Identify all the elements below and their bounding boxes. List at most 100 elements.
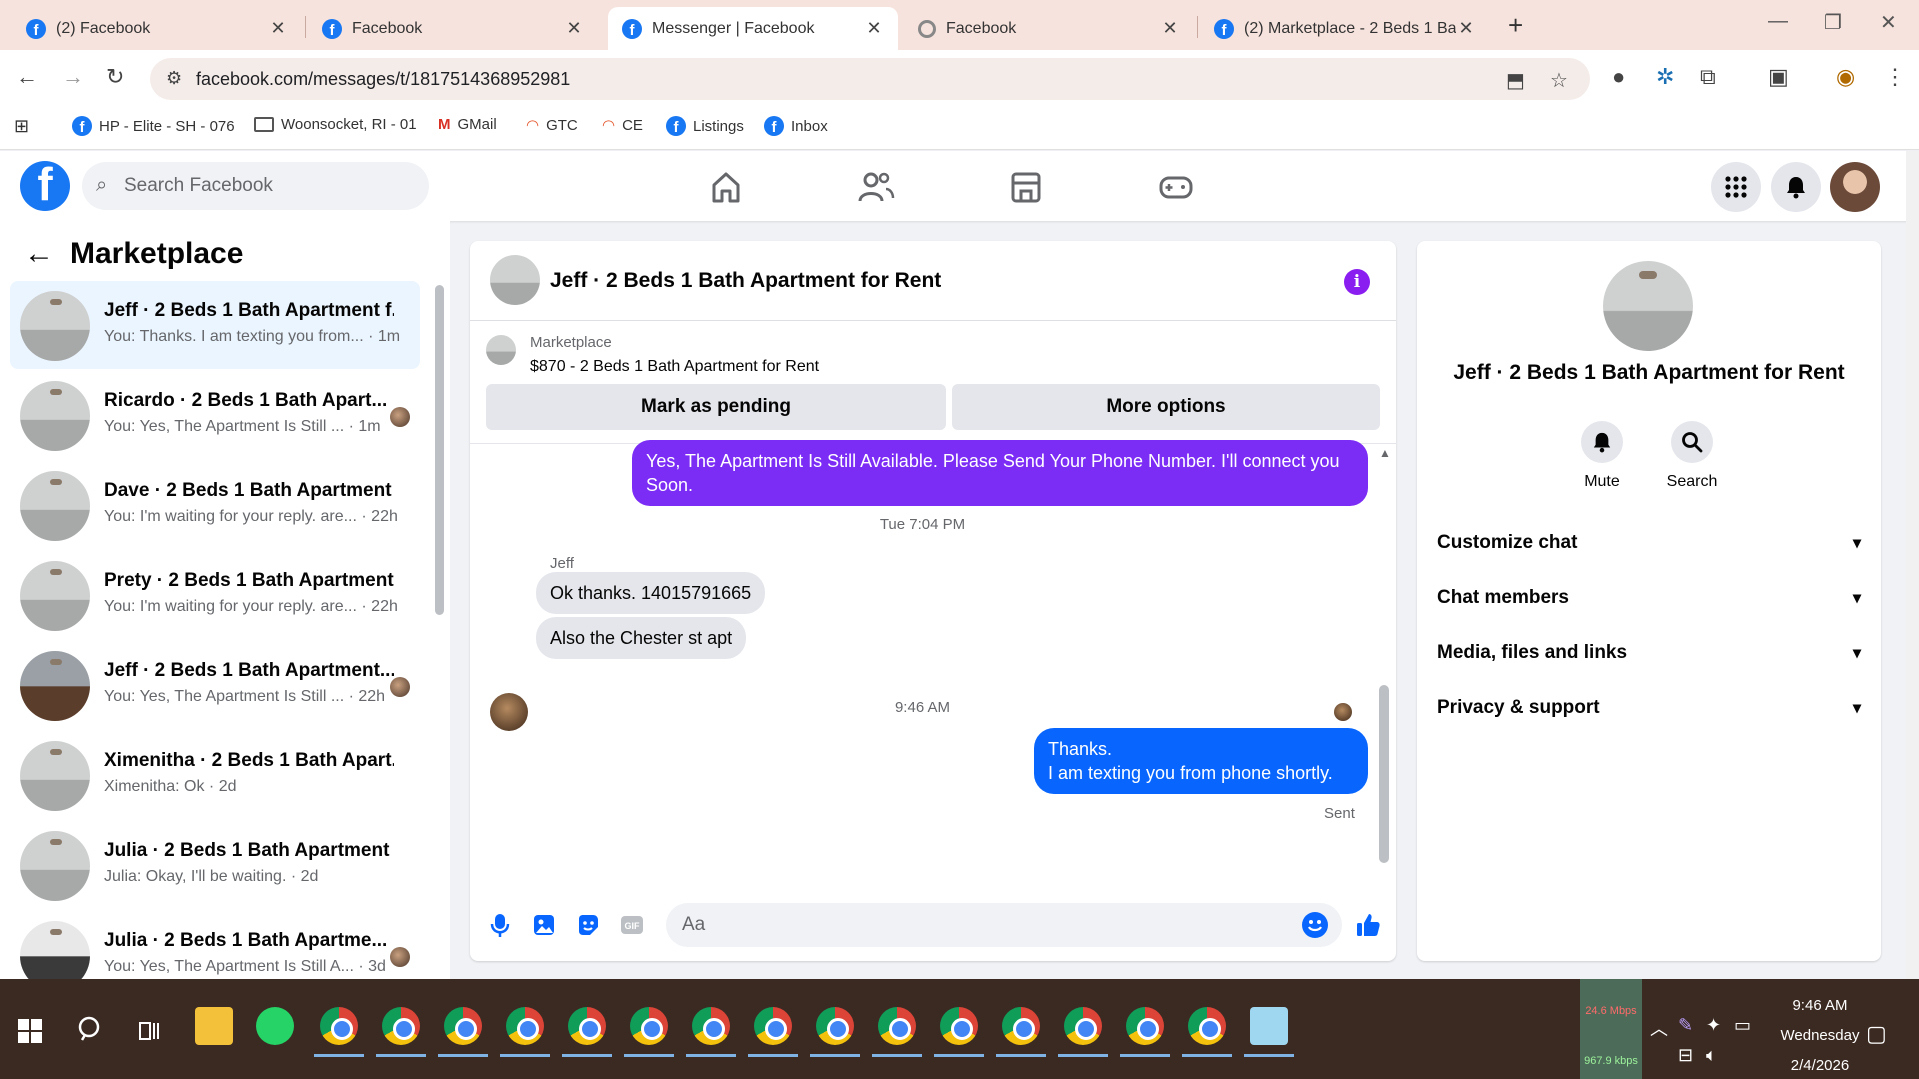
- facebook-logo-icon[interactable]: f: [20, 161, 70, 211]
- listing-avatar[interactable]: [1603, 261, 1693, 351]
- close-tab-icon[interactable]: ✕: [1160, 18, 1180, 39]
- incoming-message[interactable]: Ok thanks. 14015791665: [536, 572, 766, 614]
- back-arrow-icon[interactable]: ←: [24, 237, 54, 271]
- notepad-icon[interactable]: [1250, 1007, 1288, 1045]
- menu-grid-icon[interactable]: [1711, 162, 1761, 212]
- chrome-profile-icon[interactable]: [692, 1007, 730, 1045]
- dropbox-icon[interactable]: ✦: [1706, 1015, 1721, 1036]
- windows-start-icon[interactable]: [18, 1019, 42, 1043]
- microphone-icon[interactable]: [486, 911, 514, 939]
- photo-icon[interactable]: [530, 911, 558, 939]
- conversation-item-dave[interactable]: Dave · 2 Beds 1 Bath Apartment ... You: …: [10, 461, 420, 549]
- show-hidden-icons-icon[interactable]: ︿: [1650, 1015, 1668, 1041]
- chrome-profile-icon[interactable]: [630, 1007, 668, 1045]
- browser-tab-3[interactable]: f Messenger | Facebook ✕: [608, 7, 898, 50]
- bookmark-ce[interactable]: ◠ CE: [602, 116, 643, 135]
- extensions-puzzle-icon[interactable]: ⧉: [1700, 64, 1716, 90]
- address-bar[interactable]: ⚙ facebook.com/messages/t/18175143689529…: [150, 58, 1590, 100]
- chrome-profile-icon[interactable]: [382, 1007, 420, 1045]
- close-tab-icon[interactable]: ✕: [1456, 18, 1476, 39]
- bookmark-gmail[interactable]: M GMail: [438, 116, 497, 133]
- sticker-icon[interactable]: [574, 911, 602, 939]
- media-files-links-section[interactable]: Media, files and links ▾: [1437, 633, 1861, 673]
- new-tab-button[interactable]: +: [1508, 10, 1523, 41]
- chrome-profile-icon[interactable]: [754, 1007, 792, 1045]
- reload-icon[interactable]: ↻: [106, 64, 124, 90]
- page-scrollbar[interactable]: [1906, 151, 1919, 979]
- conversation-item-prety[interactable]: Prety · 2 Beds 1 Bath Apartment ... You:…: [10, 551, 420, 639]
- marketplace-nav-icon[interactable]: [1006, 169, 1046, 205]
- message-composer[interactable]: [666, 903, 1342, 947]
- install-app-icon[interactable]: ⬒: [1506, 68, 1525, 93]
- forward-icon[interactable]: →: [62, 64, 84, 90]
- conversation-list-scrollbar[interactable]: [435, 285, 444, 615]
- chrome-profile-icon[interactable]: [816, 1007, 854, 1045]
- tab-search-icon[interactable]: ▣: [1768, 64, 1789, 90]
- facebook-search[interactable]: ⌕: [82, 162, 429, 210]
- chat-avatar[interactable]: [490, 255, 540, 305]
- file-explorer-icon[interactable]: [195, 1007, 233, 1045]
- chat-scrollbar[interactable]: [1379, 685, 1389, 863]
- friends-nav-icon[interactable]: [856, 169, 896, 205]
- outgoing-message[interactable]: Thanks. I am texting you from phone shor…: [1034, 728, 1368, 794]
- chat-title[interactable]: Jeff · 2 Beds 1 Bath Apartment for Rent: [550, 269, 941, 293]
- close-tab-icon[interactable]: ✕: [864, 18, 884, 39]
- conversation-item-jeff[interactable]: Jeff · 2 Beds 1 Bath Apartment f... You:…: [10, 281, 420, 369]
- chrome-profile-icon[interactable]: [568, 1007, 606, 1045]
- task-view-icon[interactable]: [138, 1019, 162, 1048]
- battery-icon[interactable]: ▭: [1734, 1015, 1751, 1036]
- chat-members-section[interactable]: Chat members ▾: [1437, 578, 1861, 618]
- bookmark-woonsocket[interactable]: Woonsocket, RI - 01: [254, 116, 417, 133]
- conversation-item-julia-2[interactable]: Julia · 2 Beds 1 Bath Apartme... You: Ye…: [10, 911, 420, 979]
- notifications-bell-icon[interactable]: [1771, 162, 1821, 212]
- extension-icon[interactable]: ✲: [1656, 64, 1674, 90]
- bookmark-star-icon[interactable]: ☆: [1550, 68, 1568, 93]
- browser-menu-icon[interactable]: ⋮: [1884, 64, 1906, 90]
- back-icon[interactable]: ←: [16, 64, 38, 90]
- taskbar-search-icon[interactable]: [76, 1015, 106, 1050]
- home-nav-icon[interactable]: [706, 169, 746, 205]
- conversation-item-julia[interactable]: Julia · 2 Beds 1 Bath Apartment f... Jul…: [10, 821, 420, 909]
- apps-grid-icon[interactable]: ⊞: [14, 116, 29, 137]
- bookmark-gtc[interactable]: ◠ GTC: [526, 116, 578, 135]
- minimize-icon[interactable]: —: [1768, 10, 1788, 33]
- chrome-profile-icon[interactable]: [940, 1007, 978, 1045]
- browser-tab-1[interactable]: f (2) Facebook ✕: [12, 7, 302, 50]
- bookmark-hp-elite[interactable]: f HP - Elite - SH - 076: [72, 116, 235, 136]
- conversation-item-jeff-2[interactable]: Jeff · 2 Beds 1 Bath Apartment... You: Y…: [10, 641, 420, 729]
- chrome-profile-icon[interactable]: [1126, 1007, 1164, 1045]
- search-in-chat-button[interactable]: Search: [1657, 421, 1727, 491]
- emoji-icon[interactable]: [1302, 912, 1328, 938]
- chrome-profile-icon[interactable]: [1002, 1007, 1040, 1045]
- scroll-up-arrow-icon[interactable]: ▲: [1379, 446, 1391, 460]
- more-options-button[interactable]: More options: [952, 384, 1380, 430]
- browser-tab-4[interactable]: Facebook ✕: [904, 7, 1194, 50]
- conversation-item-ximenitha[interactable]: Ximenitha · 2 Beds 1 Bath Apart... Ximen…: [10, 731, 420, 819]
- close-window-icon[interactable]: ✕: [1880, 10, 1897, 35]
- gaming-nav-icon[interactable]: [1156, 169, 1196, 205]
- outgoing-message[interactable]: Yes, The Apartment Is Still Available. P…: [632, 440, 1368, 506]
- gif-icon[interactable]: GIF: [618, 911, 646, 939]
- cookie-extension-icon[interactable]: ●: [1612, 64, 1625, 90]
- restore-icon[interactable]: ❐: [1824, 10, 1842, 35]
- notifications-icon[interactable]: ▢: [1866, 1021, 1887, 1047]
- privacy-support-section[interactable]: Privacy & support ▾: [1437, 688, 1861, 728]
- mute-button[interactable]: Mute: [1567, 421, 1637, 491]
- network-icon[interactable]: ⊟: [1678, 1045, 1693, 1066]
- facebook-search-input[interactable]: [124, 162, 414, 210]
- chrome-profile-icon[interactable]: [1188, 1007, 1226, 1045]
- browser-tab-2[interactable]: f Facebook ✕: [308, 7, 598, 50]
- incoming-message[interactable]: Also the Chester st apt: [536, 617, 747, 659]
- chrome-profile-icon[interactable]: [1064, 1007, 1102, 1045]
- bookmark-listings[interactable]: f Listings: [666, 116, 744, 136]
- listing-title[interactable]: $870 - 2 Beds 1 Bath Apartment for Rent: [530, 358, 819, 376]
- browser-tab-5[interactable]: f (2) Marketplace - 2 Beds 1 Bath ✕: [1200, 7, 1490, 50]
- close-tab-icon[interactable]: ✕: [564, 18, 584, 39]
- close-tab-icon[interactable]: ✕: [268, 18, 288, 39]
- conversation-item-ricardo[interactable]: Ricardo · 2 Beds 1 Bath Apart... You: Ye…: [10, 371, 420, 459]
- chrome-profile-icon[interactable]: [320, 1007, 358, 1045]
- chrome-profile-icon[interactable]: [506, 1007, 544, 1045]
- pen-tray-icon[interactable]: ✎: [1678, 1015, 1693, 1036]
- site-settings-icon[interactable]: ⚙: [166, 68, 182, 89]
- sender-avatar[interactable]: [490, 693, 528, 731]
